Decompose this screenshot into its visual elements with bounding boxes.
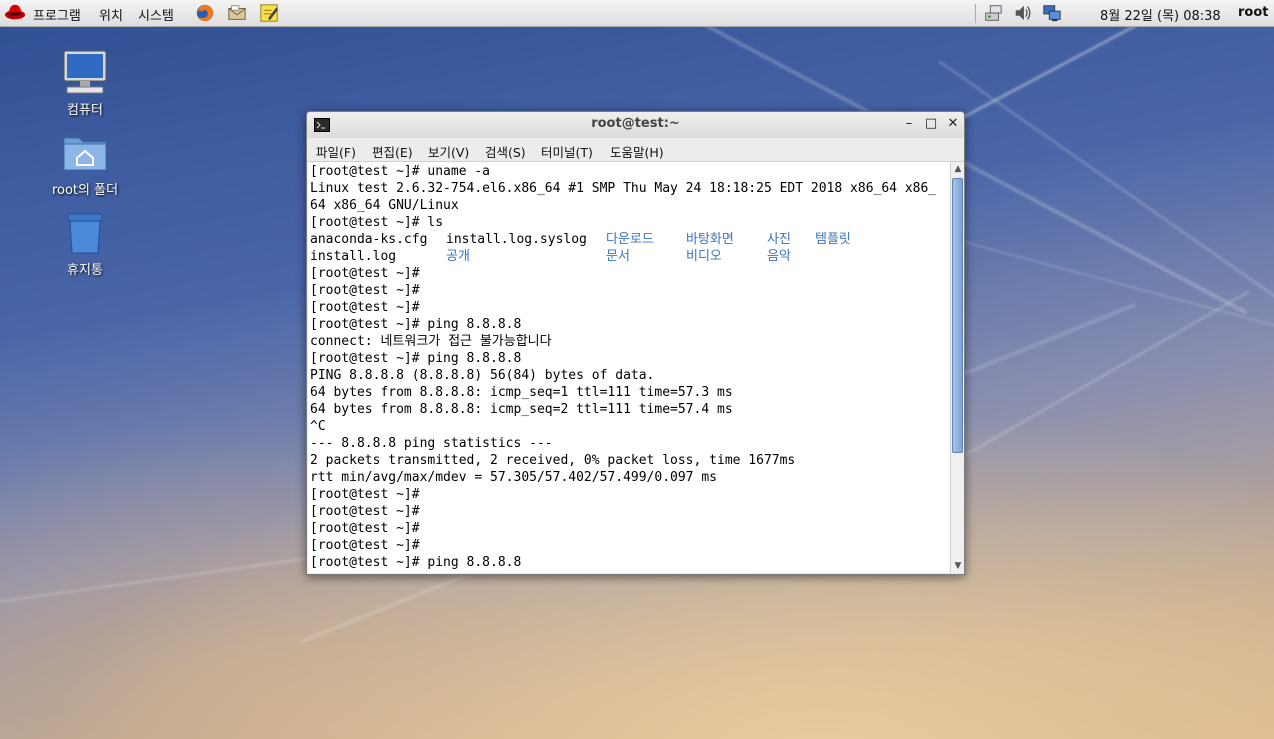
ls-file: install.log	[310, 249, 397, 264]
ls-directory: 문서	[606, 249, 630, 264]
terminal-scrollbar[interactable]: ▲ ▼	[950, 162, 964, 573]
window-title: root@test:~	[591, 116, 680, 131]
terminal-line: [root@test ~]#	[310, 538, 420, 553]
user-name[interactable]: root	[1238, 5, 1269, 20]
terminal-window: root@test:~ – □ ✕ 파일(F) 편집(E) 보기(V) 검색(S…	[306, 111, 965, 575]
menu-file[interactable]: 파일(F)	[316, 142, 356, 161]
terminal-line: connect: 네트워크가 접근 불가능합니다	[310, 334, 552, 349]
places-menu[interactable]: 위치	[99, 5, 123, 24]
terminal-line: --- 8.8.8.8 ping statistics ---	[310, 436, 553, 451]
terminal-line: 64 bytes from 8.8.8.8: icmp_seq=2 ttl=11…	[310, 402, 733, 417]
terminal-line: [root@test ~]# ping 8.8.8.8	[310, 351, 522, 366]
terminal-output[interactable]: [root@test ~]# uname -a Linux test 2.6.3…	[308, 162, 950, 573]
terminal-line: Linux test 2.6.32-754.el6.x86_64 #1 SMP …	[310, 181, 937, 196]
menu-view[interactable]: 보기(V)	[428, 142, 469, 161]
ls-directory: 공개	[446, 249, 470, 264]
terminal-line: 2 packets transmitted, 2 received, 0% pa…	[310, 453, 796, 468]
terminal-line: 64 x86_64 GNU/Linux	[310, 198, 459, 213]
desktop-icon-home-folder[interactable]: root의 폴더	[40, 128, 130, 198]
applications-menu[interactable]: 프로그램	[33, 5, 81, 24]
ls-directory: 다운로드	[606, 232, 654, 247]
terminal-line: [root@test ~]#	[310, 283, 420, 298]
terminal-line: ^C	[310, 419, 326, 434]
menu-help[interactable]: 도움말(H)	[610, 142, 664, 161]
ls-directory: 바탕화면	[686, 232, 734, 247]
redhat-logo-icon[interactable]	[4, 2, 26, 22]
trash-icon	[61, 208, 109, 256]
maximize-button[interactable]: □	[923, 116, 939, 132]
terminal-line: [root@test ~]#	[310, 266, 420, 281]
panel-separator	[975, 4, 976, 23]
close-button[interactable]: ✕	[945, 116, 961, 132]
notes-icon[interactable]	[258, 3, 280, 23]
volume-icon[interactable]	[1012, 3, 1034, 23]
ls-directory: 비디오	[686, 249, 722, 264]
display-icon[interactable]	[1041, 3, 1063, 23]
minimize-button[interactable]: –	[901, 116, 917, 132]
terminal-line: [root@test ~]# ping 8.8.8.8	[310, 317, 522, 332]
top-panel: 프로그램 위치 시스템 8월 22일 (목) 08:38 root	[0, 0, 1274, 27]
menu-search[interactable]: 검색(S)	[485, 142, 526, 161]
terminal-line: [root@test ~]# ls	[310, 215, 444, 230]
ls-directory: 템플릿	[815, 232, 851, 247]
window-titlebar[interactable]: root@test:~ – □ ✕	[307, 112, 964, 138]
menu-edit[interactable]: 편집(E)	[372, 142, 413, 161]
desktop-icon-label: root의 폴더	[51, 183, 119, 198]
terminal-line: 64 bytes from 8.8.8.8: icmp_seq=1 ttl=11…	[310, 385, 733, 400]
desktop-icon-label: 휴지통	[67, 263, 103, 278]
menu-terminal[interactable]: 터미널(T)	[541, 142, 593, 161]
terminal-line: [root@test ~]# ping 8.8.8.8	[310, 555, 522, 570]
scrollbar-thumb[interactable]	[952, 178, 963, 453]
terminal-line: rtt min/avg/max/mdev = 57.305/57.402/57.…	[310, 470, 717, 485]
ls-directory: 음악	[767, 249, 791, 264]
home-folder-icon	[61, 128, 109, 176]
network-icon[interactable]	[982, 3, 1004, 23]
ls-file: anaconda-ks.cfg	[310, 232, 428, 247]
terminal-line: [root@test ~]# uname -a	[310, 164, 491, 179]
desktop-icon-trash[interactable]: 휴지통	[40, 208, 130, 278]
system-menu[interactable]: 시스템	[138, 5, 174, 24]
terminal-line: [root@test ~]#	[310, 300, 420, 315]
terminal-menubar: 파일(F) 편집(E) 보기(V) 검색(S) 터미널(T) 도움말(H)	[307, 138, 964, 162]
firefox-icon[interactable]	[194, 3, 216, 23]
terminal-line: [root@test ~]#	[310, 504, 420, 519]
terminal-line: [root@test ~]#	[310, 521, 420, 536]
clock[interactable]: 8월 22일 (목) 08:38	[1100, 5, 1221, 24]
ls-file: install.log.syslog	[446, 232, 587, 247]
terminal-line: [root@test ~]#	[310, 487, 420, 502]
terminal-line: PING 8.8.8.8 (8.8.8.8) 56(84) bytes of d…	[310, 368, 655, 383]
scroll-down-icon[interactable]: ▼	[951, 559, 964, 573]
mail-icon[interactable]	[226, 3, 248, 23]
desktop-icon-label: 컴퓨터	[67, 103, 103, 118]
desktop-icon-computer[interactable]: 컴퓨터	[40, 48, 130, 118]
scroll-up-icon[interactable]: ▲	[951, 162, 964, 176]
computer-icon	[61, 48, 109, 96]
ls-directory: 사진	[767, 232, 791, 247]
